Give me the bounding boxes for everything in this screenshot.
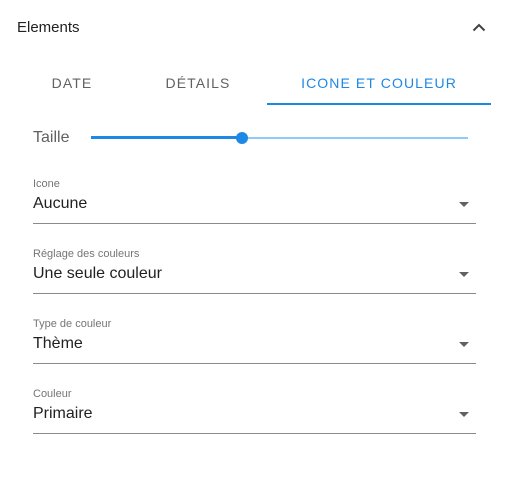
tab-details-label: DÉTAILS [165,75,231,91]
tab-details[interactable]: DÉTAILS [141,60,255,106]
elements-panel: Elements DATE DÉTAILS ICONE ET COULEUR T… [0,0,510,480]
color-setting-label: Réglage des couleurs [33,248,140,260]
color-setting-select[interactable]: Réglage des couleurs Une seule couleur [33,248,476,294]
size-slider[interactable] [91,122,468,154]
panel-title: Elements [17,18,80,36]
chevron-up-icon[interactable] [465,13,493,41]
dropdown-arrow-icon [459,202,469,207]
dropdown-arrow-icon [459,342,469,347]
tab-date-label: DATE [51,75,93,91]
color-type-value: Thème [33,335,83,352]
size-slider-label: Taille [33,129,70,146]
color-label: Couleur [33,388,72,400]
slider-thumb[interactable] [235,132,248,144]
color-setting-value: Une seule couleur [33,265,162,282]
color-value: Primaire [33,405,93,422]
active-tab-indicator [267,103,491,105]
tab-date[interactable]: DATE [17,60,127,106]
tab-icon-color[interactable]: ICONE ET COULEUR [267,60,491,106]
color-type-label: Type de couleur [33,318,112,330]
color-select[interactable]: Couleur Primaire [33,388,476,434]
icon-select[interactable]: Icone Aucune [33,178,476,224]
tab-bar: DATE DÉTAILS ICONE ET COULEUR [0,60,510,106]
dropdown-arrow-icon [459,272,469,277]
slider-fill [91,136,242,139]
color-type-select[interactable]: Type de couleur Thème [33,318,476,364]
panel-header[interactable]: Elements [0,0,510,54]
size-slider-row: Taille [33,122,473,154]
icon-select-label: Icone [33,178,60,190]
dropdown-arrow-icon [459,412,469,417]
tab-icon-color-label: ICONE ET COULEUR [301,75,457,91]
icon-select-value: Aucune [33,195,88,212]
